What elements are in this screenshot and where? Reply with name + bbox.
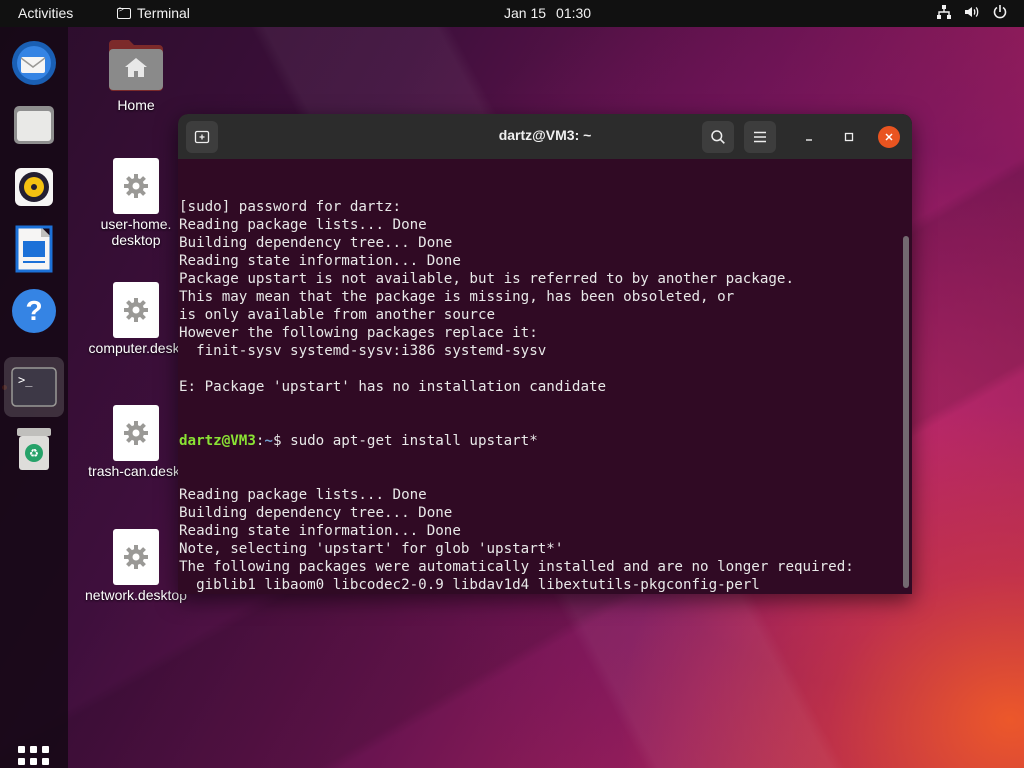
top-bar: Activities Terminal Jan 15 01:30 [0,0,1024,27]
desktop: Activities Terminal Jan 15 01:30 [0,0,1024,768]
terminal-line: Reading package lists... Done [179,217,427,233]
thunderbird-icon[interactable] [8,37,60,89]
writer-icon[interactable] [8,223,60,275]
terminal-window[interactable]: dartz@VM3: ~ [sudo] password for dartz: … [178,114,912,594]
prompt-user: dartz@VM3 [179,433,256,449]
clock[interactable]: Jan 15 01:30 [504,5,591,21]
terminal-line: Note, selecting 'upstart' for glob 'upst… [179,541,564,557]
terminal-line: Building dependency tree... Done [179,235,453,251]
terminal-line: E: Package 'upstart' has no installation… [179,379,607,395]
volume-icon[interactable] [964,4,980,20]
gear-icon [124,545,148,569]
svg-text:♻: ♻ [29,447,39,460]
gear-icon [124,298,148,322]
svg-text:?: ? [25,295,42,326]
activities-button[interactable]: Activities [18,5,73,21]
terminal-output[interactable]: [sudo] password for dartz: Reading packag… [178,159,900,594]
terminal-output-block-1: [sudo] password for dartz: Reading packag… [179,198,900,396]
terminal-line: Building dependency tree... Done [179,505,453,521]
dock: ? >_ ♻ [0,27,68,768]
terminal-line: giblib1 libaom0 libcodec2-0.9 libdav1d4 … [179,577,760,593]
terminal-line: is only available from another source [179,307,496,323]
terminal-icon [117,5,131,19]
clock-time: 01:30 [556,5,592,21]
prompt-line-1: dartz@VM3:~$ sudo apt-get install upstar… [179,433,538,449]
minimize-icon [806,139,812,141]
power-icon[interactable] [992,4,1008,20]
help-icon[interactable]: ? [8,285,60,337]
network-icon[interactable] [936,4,952,20]
terminal-line: Reading package lists... Done [179,487,427,503]
terminal-line: Reading state information... Done [179,253,461,269]
terminal-dock-icon[interactable]: >_ [4,357,64,417]
trash-icon[interactable]: ♻ [8,423,60,475]
maximize-icon [844,132,854,142]
terminal-line: This may mean that the package is missin… [179,289,735,305]
scrollbar[interactable] [903,236,909,588]
terminal-line: However the following packages replace i… [179,325,538,341]
command-text: sudo apt-get install upstart* [290,433,538,449]
gear-icon [124,421,148,445]
home-folder-icon [109,40,163,91]
terminal-line: finit-sysv systemd-sysv:i386 systemd-sys… [179,343,547,359]
close-icon [885,133,893,141]
search-button[interactable] [702,121,734,153]
rhythmbox-icon[interactable] [8,161,60,213]
files-icon[interactable] [8,99,60,151]
svg-text:>_: >_ [18,373,33,387]
search-icon [711,130,725,144]
desktop-icon-home[interactable]: Home [71,36,201,113]
home-label: Home [117,97,155,113]
terminal-line: The following packages were automaticall… [179,559,854,575]
maximize-button[interactable] [838,126,860,148]
system-tray[interactable] [936,4,1008,20]
minimize-button[interactable] [798,126,820,148]
app-menu[interactable]: Terminal [117,5,190,21]
clock-date: Jan 15 [504,5,547,21]
hamburger-menu-icon [754,131,766,143]
menu-button[interactable] [744,121,776,153]
show-applications-icon[interactable] [18,746,50,768]
close-button[interactable] [878,126,900,148]
prompt-path: ~ [264,433,273,449]
terminal-line: Reading state information... Done [179,523,461,539]
terminal-titlebar[interactable]: dartz@VM3: ~ [178,114,912,159]
gear-icon [124,174,148,198]
terminal-output-block-2: Reading package lists... Done Building de… [179,486,900,594]
app-menu-label: Terminal [137,5,190,21]
terminal-line: Package upstart is not available, but is… [179,271,794,287]
terminal-line: [sudo] password for dartz: [179,199,402,215]
